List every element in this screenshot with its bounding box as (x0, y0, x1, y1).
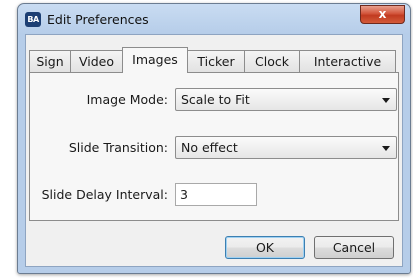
tab-interactive[interactable]: Interactive (299, 50, 396, 72)
slide-transition-value: No effect (181, 140, 238, 155)
chevron-down-icon (382, 146, 390, 151)
slide-delay-label: Slide Delay Interval: (41, 187, 168, 202)
cancel-button[interactable]: Cancel (314, 236, 394, 259)
ok-button[interactable]: OK (225, 236, 305, 259)
slide-transition-label: Slide Transition: (68, 140, 168, 155)
chevron-down-icon (382, 98, 390, 103)
slide-delay-input[interactable] (175, 183, 257, 206)
edit-preferences-dialog: BA Edit Preferences x Sign Video Images … (17, 3, 411, 274)
window-title: Edit Preferences (47, 12, 149, 27)
slide-transition-select[interactable]: No effect (175, 136, 397, 159)
tab-ticker[interactable]: Ticker (187, 50, 245, 72)
tab-video[interactable]: Video (70, 50, 123, 72)
close-button[interactable]: x (360, 5, 405, 24)
tab-sign[interactable]: Sign (29, 50, 71, 72)
title-bar[interactable]: BA Edit Preferences x (18, 4, 410, 34)
images-tab-panel: Image Mode: Scale to Fit Slide Transitio… (29, 72, 399, 221)
image-mode-select[interactable]: Scale to Fit (175, 88, 397, 111)
app-logo-icon: BA (25, 12, 41, 27)
tab-images[interactable]: Images (122, 47, 188, 73)
dialog-client-area: Sign Video Images Ticker Clock Interacti… (25, 34, 403, 267)
image-mode-value: Scale to Fit (181, 92, 250, 107)
tab-clock[interactable]: Clock (244, 50, 300, 72)
image-mode-label: Image Mode: (86, 92, 168, 107)
